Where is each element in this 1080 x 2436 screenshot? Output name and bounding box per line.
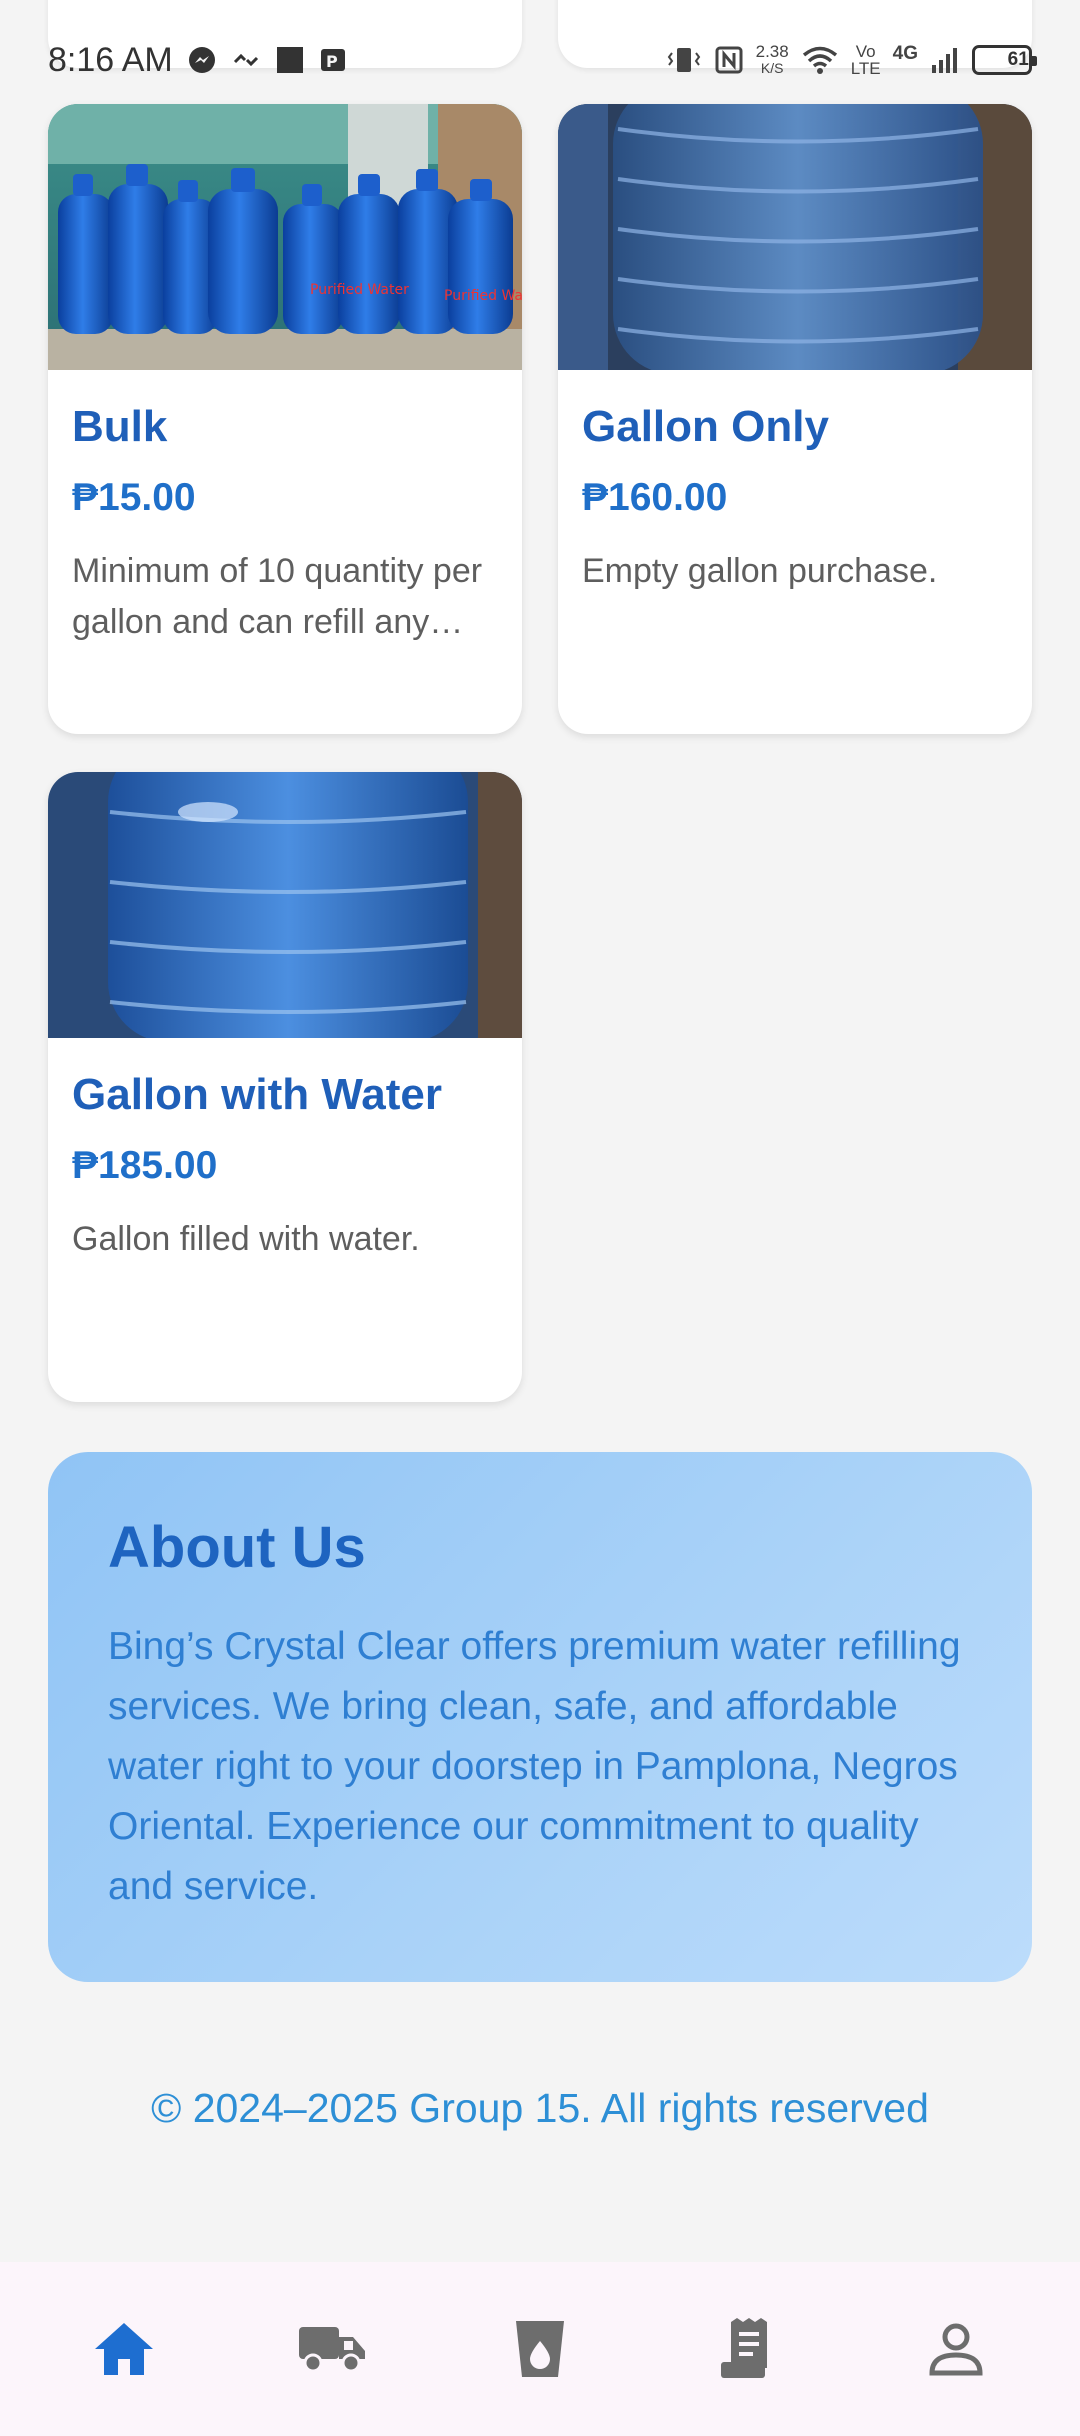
svg-text:Purified Water: Purified Water	[310, 282, 409, 298]
about-title: About Us	[108, 1515, 366, 1580]
footer-copyright: © 2024–2025 Group 15. All rights reserve…	[151, 2085, 929, 2131]
messenger-icon	[187, 45, 217, 75]
product-description: Empty gallon purchase.	[582, 552, 938, 590]
product-card-gallon-only[interactable]: Gallon Only ₱160.00 Empty gallon purchas…	[558, 104, 1032, 734]
delivery-truck-icon	[299, 2327, 365, 2373]
bottom-navigation	[0, 2262, 1080, 2436]
product-price: ₱15.00	[72, 476, 196, 519]
product-description: Gallon filled with water.	[72, 1220, 420, 1258]
product-price: ₱160.00	[582, 476, 728, 519]
network-speed: 2.38 K/S	[755, 42, 789, 76]
nav-water[interactable]	[470, 2294, 610, 2404]
about-us-card: About Us Bing’s Crystal Clear offers pre…	[48, 1452, 1032, 1982]
product-title: Gallon Only	[582, 402, 829, 451]
product-title: Gallon with Water	[72, 1070, 442, 1119]
profile-icon	[929, 2323, 983, 2376]
battery-icon: 61	[972, 45, 1037, 75]
status-time: 8:16 AM	[48, 40, 173, 79]
water-jugs-warehouse-image: Purified Water Purified Water	[48, 104, 522, 370]
about-text: Bing’s Crystal Clear offers premium wate…	[108, 1625, 961, 1908]
signal-bars-icon	[930, 45, 960, 75]
status-bar: 8:16 AM P 2.38 K/S Vo LTE 4G 61	[48, 38, 1037, 82]
wifi-icon	[801, 45, 839, 75]
empty-gallon-image	[558, 104, 1032, 370]
nav-orders[interactable]	[678, 2294, 818, 2404]
signal-type: 4G	[892, 43, 918, 64]
product-title: Bulk	[72, 402, 168, 451]
nfc-icon	[714, 45, 744, 75]
svg-text:P: P	[326, 52, 338, 71]
nav-home[interactable]	[54, 2294, 194, 2404]
filled-gallon-image	[48, 772, 522, 1038]
product-card-gallon-with-water[interactable]: Gallon with Water ₱185.00 Gallon filled …	[48, 772, 522, 1402]
product-card-bulk[interactable]: Purified Water Purified Water Bulk ₱15.0…	[48, 104, 522, 734]
square-app-icon	[275, 45, 305, 75]
volte-indicator: Vo LTE	[850, 42, 881, 78]
svg-text:Purified Water: Purified Water	[444, 288, 522, 304]
product-price: ₱185.00	[72, 1144, 218, 1187]
parking-app-icon: P	[319, 45, 349, 75]
nav-delivery[interactable]	[262, 2294, 402, 2404]
water-cup-icon	[516, 2321, 564, 2377]
link-icon	[231, 48, 261, 72]
home-icon	[95, 2323, 153, 2375]
receipt-icon	[721, 2318, 767, 2378]
nav-profile[interactable]	[886, 2294, 1026, 2404]
product-description: Minimum of 10 quantity per gallon and ca…	[72, 552, 483, 641]
vibrate-icon	[666, 45, 702, 75]
